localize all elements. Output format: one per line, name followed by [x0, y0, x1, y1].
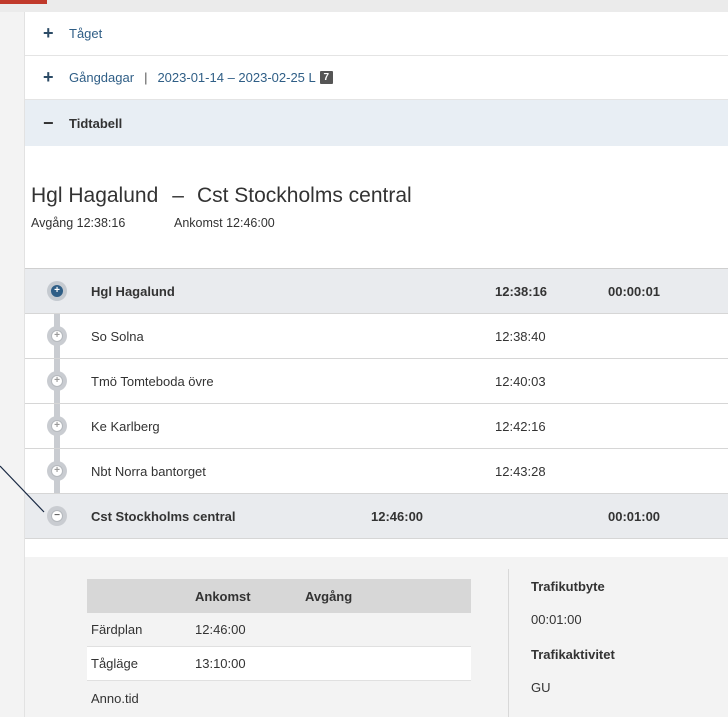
- route-from: Hgl Hagalund: [31, 184, 159, 207]
- stop-dwell: 00:01:00: [608, 508, 661, 524]
- stop-time: 12:38:40: [495, 328, 546, 344]
- weekday-badge: 7: [319, 71, 333, 84]
- stop-row[interactable]: + Nbt Norra bantorget 12:43:28: [25, 449, 728, 494]
- date-range: 2023-01-14 – 2023-02-25 L: [157, 70, 316, 85]
- details-divider: [508, 569, 509, 717]
- trafikaktivitet-value: GU: [531, 680, 551, 695]
- details-table: Ankomst Avgång Färdplan 12:46:00 Tågläge…: [87, 579, 471, 715]
- stop-time: 12:46:00: [371, 508, 424, 524]
- stop-row[interactable]: + Ke Karlberg 12:42:16: [25, 404, 728, 449]
- stop-row[interactable]: + Tmö Tomteboda övre 12:40:03: [25, 359, 728, 404]
- details-row: Tågläge 13:10:00: [87, 647, 471, 681]
- route-times: Avgång 12:38:16 Ankomst 12:46:00: [31, 216, 728, 230]
- trafikutbyte-label: Trafikutbyte: [531, 579, 605, 594]
- row-label: Färdplan: [91, 622, 143, 637]
- stop-row[interactable]: + So Solna 12:38:40: [25, 314, 728, 359]
- stop-name: Ke Karlberg: [91, 418, 160, 434]
- stop-name: So Solna: [91, 328, 144, 344]
- stop-time: 12:38:16: [495, 283, 548, 299]
- details-row: Färdplan 12:46:00: [87, 613, 471, 647]
- route-dash: –: [172, 184, 184, 207]
- section-taget-label: Tåget: [69, 26, 103, 41]
- section-tidtabell-label: Tidtabell: [69, 115, 123, 131]
- circle-plus-icon[interactable]: +: [47, 326, 67, 346]
- stop-row[interactable]: + Hgl Hagalund 12:38:16 00:00:01: [25, 269, 728, 314]
- minus-icon: −: [43, 112, 54, 133]
- route-arrival: Ankomst 12:46:00: [174, 216, 275, 230]
- stop-details: Ankomst Avgång Färdplan 12:46:00 Tågläge…: [25, 557, 728, 717]
- details-header-row: Ankomst Avgång: [87, 579, 471, 613]
- stop-time: 12:42:16: [495, 418, 546, 434]
- stop-name: Tmö Tomteboda övre: [91, 373, 214, 389]
- circle-minus-icon[interactable]: −: [47, 506, 67, 526]
- stop-list: + Hgl Hagalund 12:38:16 00:00:01 + So So…: [25, 268, 728, 539]
- row-arrival: 13:10:00: [195, 656, 246, 671]
- route-names: Hgl Hagalund – Cst Stockholms central: [31, 184, 728, 208]
- trafikaktivitet-label: Trafikaktivitet: [531, 647, 615, 662]
- trafikutbyte-value: 00:01:00: [531, 612, 582, 627]
- circle-plus-icon[interactable]: +: [47, 416, 67, 436]
- row-arrival: 12:46:00: [195, 622, 246, 637]
- route-departure: Avgång 12:38:16: [31, 216, 126, 230]
- train-panel: + Tåget + Gångdagar | 2023-01-14 – 2023-…: [24, 12, 728, 717]
- header-ankomst: Ankomst: [195, 588, 251, 604]
- circle-plus-icon[interactable]: +: [47, 281, 67, 301]
- stop-name: Cst Stockholms central: [91, 508, 236, 524]
- separator: |: [144, 70, 148, 85]
- section-gangdagar-label: Gångdagar: [69, 70, 135, 85]
- details-row: Anno.tid: [87, 681, 471, 715]
- circle-plus-icon[interactable]: +: [47, 371, 67, 391]
- row-label: Anno.tid: [91, 690, 139, 706]
- callout-marker: [0, 0, 47, 4]
- stop-time: 12:40:03: [495, 373, 546, 389]
- stop-time: 12:43:28: [495, 463, 546, 479]
- stop-name: Hgl Hagalund: [91, 283, 175, 299]
- stop-row-expanded[interactable]: − Cst Stockholms central 12:46:00 00:01:…: [25, 494, 728, 539]
- route-summary: Hgl Hagalund – Cst Stockholms central Av…: [25, 146, 728, 268]
- header-avgang: Avgång: [305, 588, 353, 604]
- row-label: Tågläge: [91, 656, 138, 671]
- window-top-edge: [0, 0, 728, 12]
- left-gutter: [0, 12, 24, 717]
- stop-name: Nbt Norra bantorget: [91, 463, 206, 479]
- route-to: Cst Stockholms central: [196, 184, 412, 207]
- circle-plus-icon[interactable]: +: [47, 461, 67, 481]
- plus-icon: +: [43, 23, 54, 43]
- plus-icon: +: [43, 67, 54, 87]
- stop-dwell: 00:00:01: [608, 283, 661, 299]
- section-taget[interactable]: + Tåget: [25, 12, 728, 56]
- section-tidtabell[interactable]: − Tidtabell: [25, 100, 728, 146]
- section-gangdagar[interactable]: + Gångdagar | 2023-01-14 – 2023-02-25 L …: [25, 56, 728, 100]
